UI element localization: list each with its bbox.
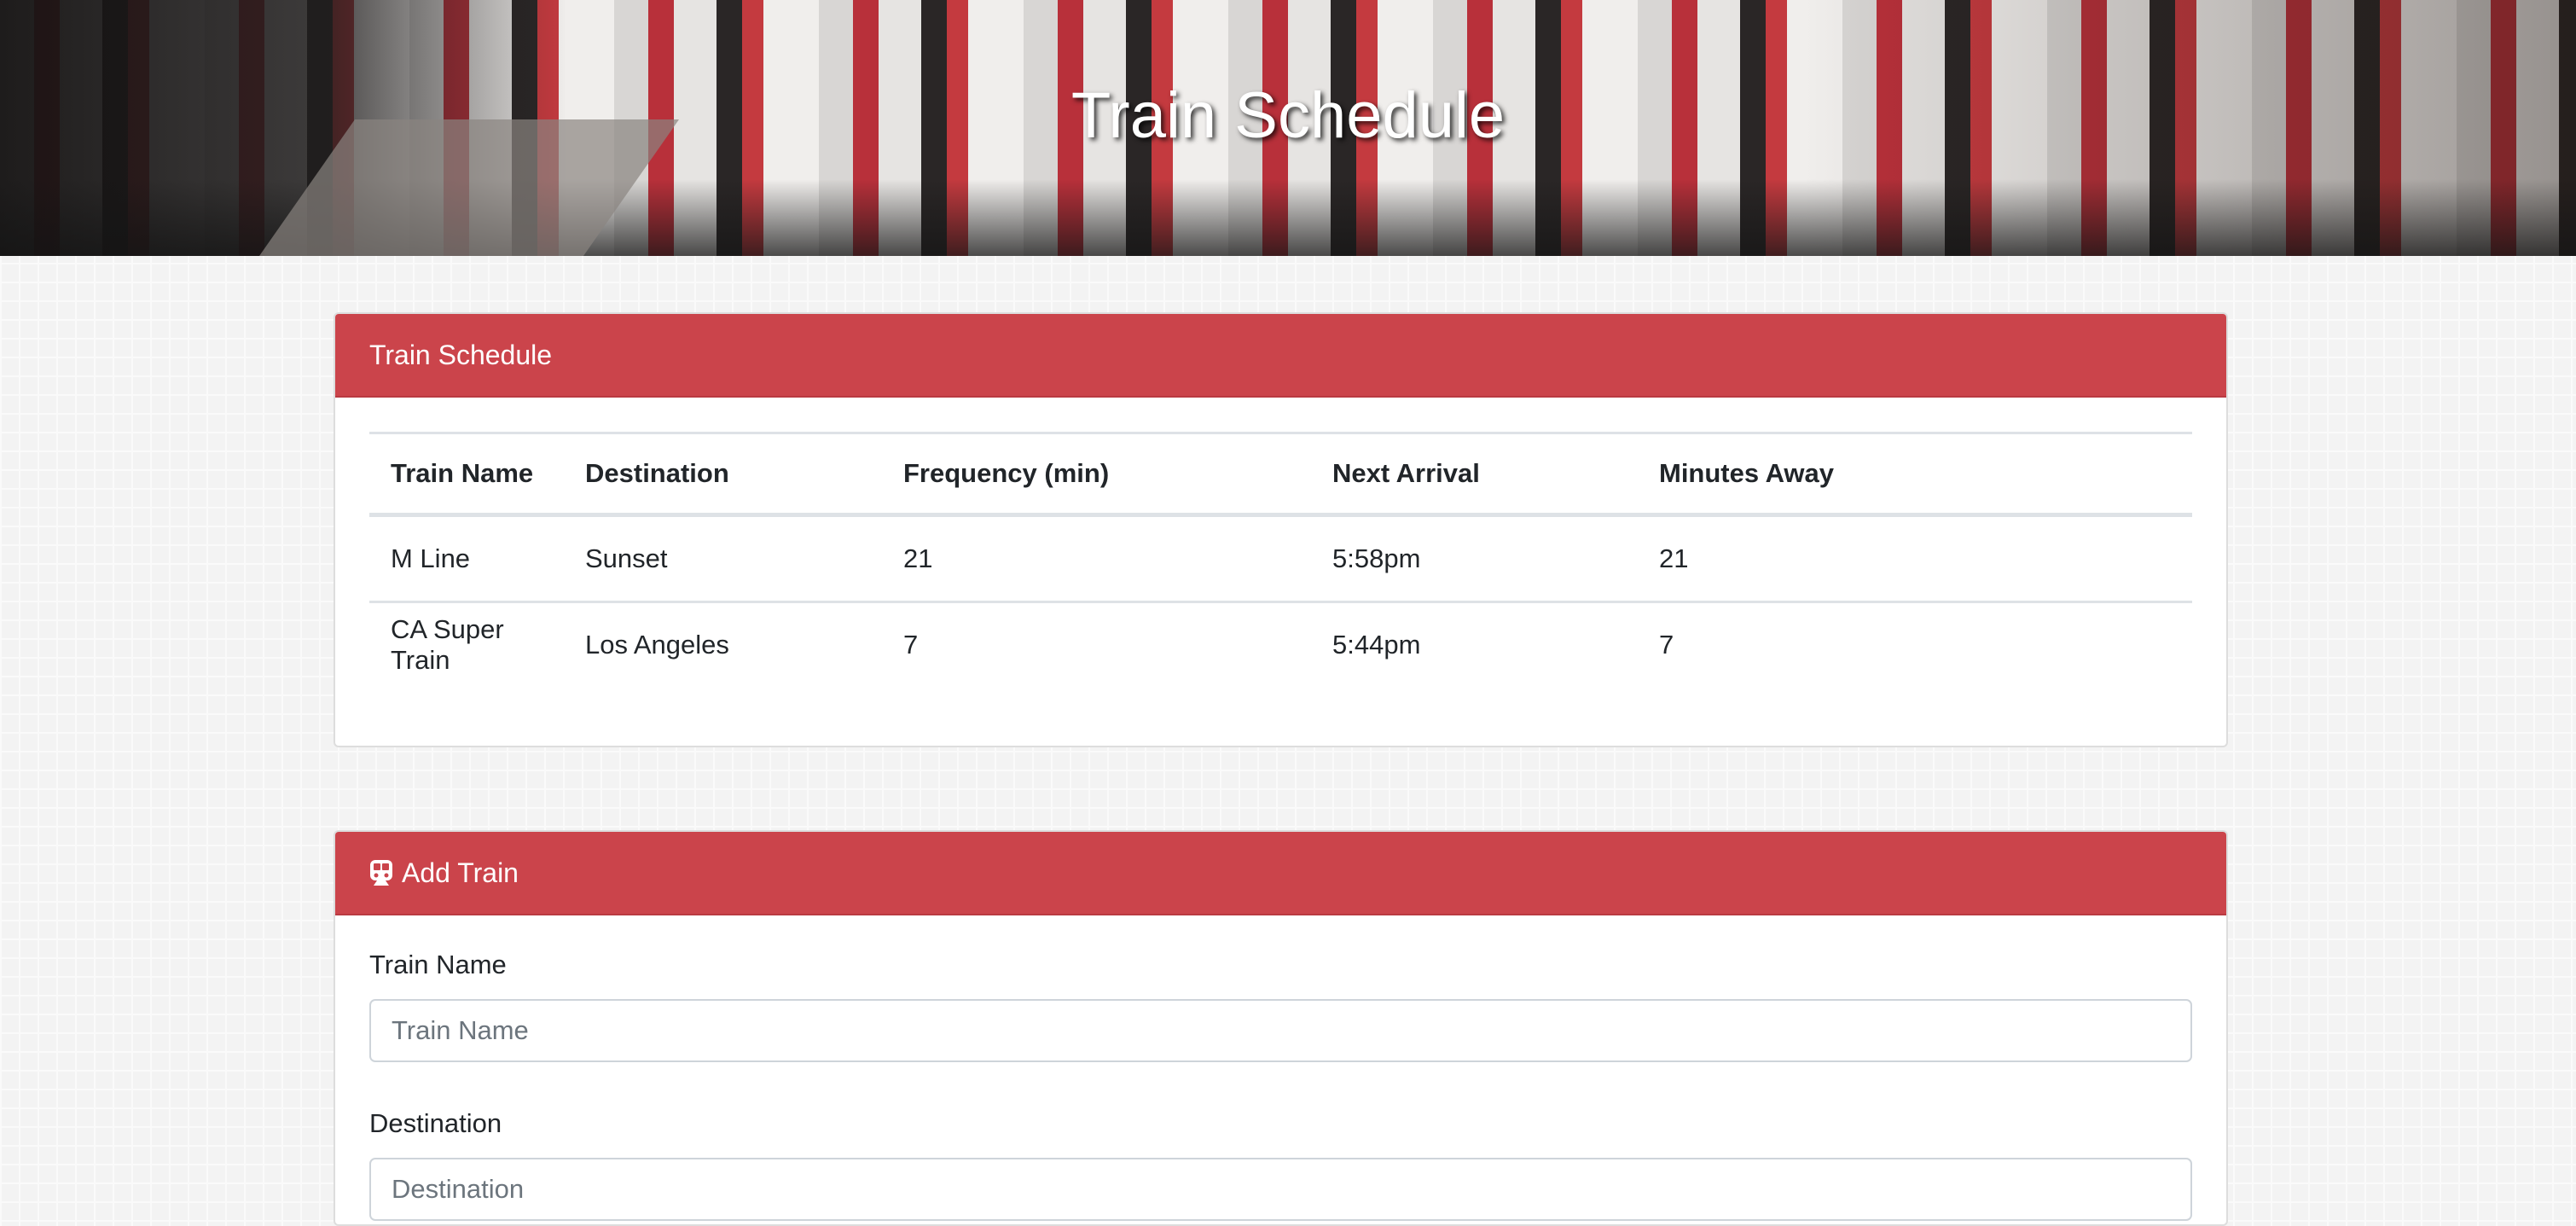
train-name-label: Train Name bbox=[369, 950, 507, 979]
table-header-row: Train Name Destination Frequency (min) N… bbox=[369, 432, 2192, 517]
column-header: Next Arrival bbox=[1311, 432, 1638, 517]
page-title: Train Schedule bbox=[1070, 79, 1506, 152]
cell-next-arrival: 5:58pm bbox=[1311, 514, 1638, 602]
add-train-card: Add Train Train Name Destination bbox=[334, 830, 2228, 1226]
cell-minutes-away: 7 bbox=[1638, 601, 2192, 687]
card-title: Train Schedule bbox=[369, 339, 553, 370]
cell-minutes-away: 21 bbox=[1638, 514, 2192, 602]
add-train-form: Train Name Destination bbox=[335, 915, 2226, 1224]
cell-train-name: M Line bbox=[369, 514, 564, 602]
train-icon bbox=[370, 860, 392, 886]
column-header: Frequency (min) bbox=[882, 432, 1311, 517]
card-header: Add Train bbox=[335, 832, 2226, 915]
destination-label: Destination bbox=[369, 1108, 502, 1138]
column-header: Train Name bbox=[369, 432, 564, 517]
column-header: Minutes Away bbox=[1638, 432, 2192, 517]
column-header: Destination bbox=[564, 432, 882, 517]
destination-input[interactable] bbox=[369, 1158, 2192, 1221]
cell-destination: Los Angeles bbox=[564, 601, 882, 687]
cell-train-name: CA Super Train bbox=[369, 601, 564, 687]
hero-banner: Train Schedule bbox=[0, 0, 2576, 256]
table-row: CA Super Train Los Angeles 7 5:44pm 7 bbox=[369, 601, 2192, 687]
card-title: Add Train bbox=[402, 857, 519, 888]
train-schedule-card: Train Schedule Train Name Destination Fr… bbox=[334, 312, 2228, 747]
cell-frequency: 21 bbox=[882, 514, 1311, 602]
table-row: M Line Sunset 21 5:58pm 21 bbox=[369, 514, 2192, 602]
card-header: Train Schedule bbox=[335, 314, 2226, 398]
train-name-input[interactable] bbox=[369, 999, 2192, 1062]
cell-destination: Sunset bbox=[564, 514, 882, 602]
cell-frequency: 7 bbox=[882, 601, 1311, 687]
schedule-table: Train Name Destination Frequency (min) N… bbox=[369, 432, 2192, 687]
cell-next-arrival: 5:44pm bbox=[1311, 601, 1638, 687]
